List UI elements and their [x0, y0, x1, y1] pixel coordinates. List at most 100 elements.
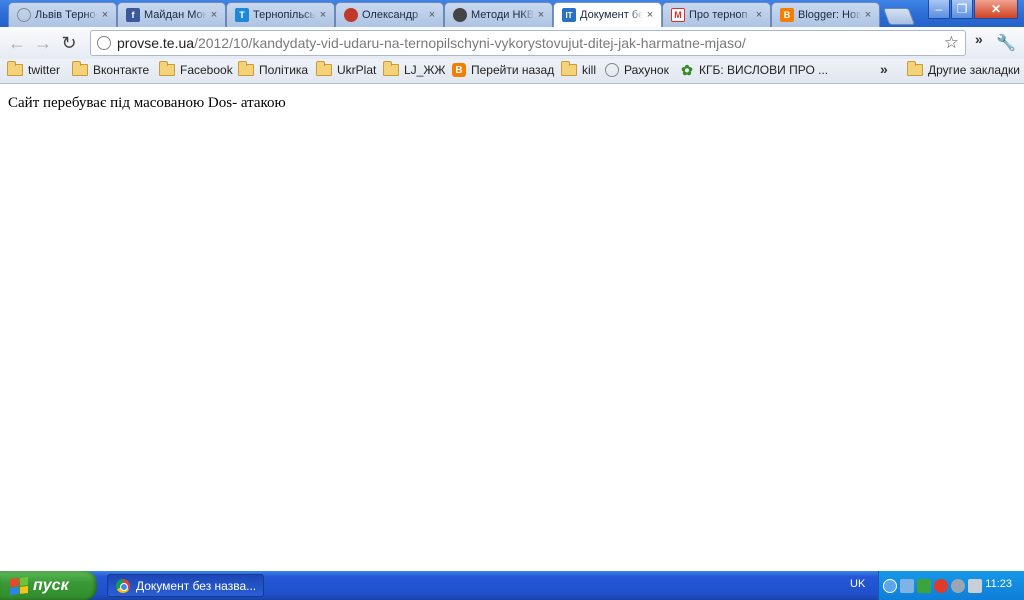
tab-label: Майдан Мон — [144, 9, 207, 21]
tab-ternopil[interactable]: T Тернопільсь × — [226, 2, 335, 27]
bookmark-rakhunok[interactable]: Рахунок — [605, 63, 669, 77]
tab-metody[interactable]: Методи НКВ × — [444, 2, 553, 27]
restore-button[interactable]: ❐ — [951, 0, 973, 19]
tab-label: Олександр — [362, 9, 419, 21]
url-path: /2012/10/kandydaty-vid-udaru-na-ternopil… — [194, 35, 746, 51]
tab-document-active[interactable]: ІТ Документ бе × — [553, 2, 662, 27]
blogger-icon: B — [452, 63, 466, 77]
antivirus-icon[interactable] — [934, 578, 948, 593]
bookmark-vkontakte[interactable]: Вконтакте — [72, 61, 150, 77]
close-window-button[interactable]: ✕ — [974, 0, 1018, 19]
tab-label: Blogger: Нов — [798, 9, 861, 21]
toolbar-overflow-button[interactable]: » — [975, 31, 983, 47]
folder-icon — [907, 61, 923, 76]
bookmark-polityka[interactable]: Політика — [238, 61, 309, 77]
bookmark-kgb[interactable]: ✿ КГБ: ВИСЛОВИ ПРО ... — [680, 61, 829, 78]
wrench-icon[interactable]: 🔧 — [996, 33, 1016, 53]
page-message: Сайт перебуває під масованою Dos- атакою — [8, 95, 286, 111]
chrome-icon — [116, 578, 130, 593]
back-button[interactable]: ← — [4, 30, 30, 56]
start-label: пуск — [33, 576, 69, 594]
usb-icon[interactable] — [968, 578, 982, 593]
forward-arrow-icon: → — [34, 32, 52, 53]
taskbar-window-label: Документ без назва... — [136, 578, 257, 593]
document-icon: ІТ — [562, 8, 576, 22]
taskbar-window-chrome[interactable]: Документ без назва... — [107, 574, 264, 597]
reload-button[interactable]: ↻ — [56, 30, 82, 56]
bookmark-label: КГБ: ВИСЛОВИ ПРО ... — [699, 63, 829, 77]
close-icon[interactable]: × — [100, 9, 110, 21]
bookmark-lj[interactable]: LJ_ЖЖ — [383, 61, 446, 77]
bookmark-label: Facebook — [180, 63, 233, 77]
opera-icon — [453, 8, 467, 22]
bookmark-label: kill — [582, 63, 596, 77]
bookmark-label: Рахунок — [624, 63, 669, 77]
blogger-icon: B — [780, 8, 794, 22]
windows-flag-icon — [10, 576, 28, 595]
t-logo-icon: T — [235, 8, 249, 22]
tab-strip: Львів Терно × f Майдан Мон × T Тернопіль… — [8, 2, 916, 27]
tab-label: Про терноп — [689, 9, 748, 21]
signal-icon[interactable] — [917, 578, 931, 593]
folder-icon — [561, 61, 577, 76]
bookmark-star-icon[interactable]: ☆ — [944, 33, 959, 53]
shield-icon[interactable] — [951, 578, 965, 593]
close-icon[interactable]: × — [209, 9, 219, 21]
tab-lviv[interactable]: Львів Терно × — [8, 2, 117, 27]
bookmark-go-back[interactable]: B Перейти назад — [452, 63, 554, 77]
leaf-icon: ✿ — [681, 61, 693, 78]
bookmark-label: Вконтакте — [93, 63, 150, 77]
close-icon[interactable]: × — [645, 9, 655, 21]
tab-label: Документ бе — [580, 9, 643, 21]
globe-icon — [605, 63, 619, 77]
bookmark-label: Другие закладки — [928, 63, 1020, 77]
tab-blogger[interactable]: B Blogger: Нов × — [771, 2, 880, 27]
browser-toolbar: ← → ↻ provse.te.ua/2012/10/kandydaty-vid… — [0, 27, 1024, 59]
folder-icon — [159, 61, 175, 76]
language-indicator[interactable]: UK — [850, 578, 865, 590]
other-bookmarks[interactable]: Другие закладки — [907, 61, 1020, 77]
close-icon[interactable]: × — [863, 9, 873, 21]
folder-icon — [72, 61, 88, 76]
new-tab-button[interactable] — [882, 8, 916, 25]
bookmark-label: Політика — [259, 63, 309, 77]
forward-button[interactable]: → — [30, 30, 56, 56]
browser-titlebar: Львів Терно × f Майдан Мон × T Тернопіль… — [0, 0, 1024, 27]
tab-pro-ternopil[interactable]: M Про терноп × — [662, 2, 771, 27]
reload-icon: ↻ — [61, 32, 77, 53]
close-icon[interactable]: × — [536, 9, 546, 21]
minimize-button[interactable]: – — [928, 0, 950, 19]
bookmark-twitter[interactable]: twitter — [7, 61, 61, 77]
restore-icon: ❐ — [956, 2, 968, 16]
bookmarks-bar: twitter Вконтакте Facebook Політика UkrP… — [0, 59, 1024, 84]
bookmark-label: twitter — [28, 63, 61, 77]
close-icon[interactable]: × — [427, 9, 437, 21]
clock: 11:23 — [985, 578, 1012, 590]
tab-maidan[interactable]: f Майдан Мон × — [117, 2, 226, 27]
tab-oleksandr[interactable]: Олександр × — [335, 2, 444, 27]
back-arrow-icon: ← — [8, 32, 26, 53]
folder-icon — [383, 61, 399, 76]
close-icon[interactable]: × — [754, 9, 764, 21]
bookmark-label: LJ_ЖЖ — [404, 63, 446, 77]
gmail-icon: M — [671, 8, 685, 22]
opera-icon — [344, 8, 358, 22]
globe-icon — [97, 36, 111, 50]
bookmarks-overflow-button[interactable]: » — [880, 61, 888, 77]
tab-label: Тернопільсь — [253, 9, 316, 21]
chevron-left-icon[interactable] — [883, 578, 897, 593]
close-icon[interactable]: × — [318, 9, 328, 21]
address-bar[interactable]: provse.te.ua/2012/10/kandydaty-vid-udaru… — [90, 30, 966, 56]
network-icon[interactable] — [900, 578, 914, 593]
folder-icon — [238, 61, 254, 76]
minimize-icon: – — [935, 2, 943, 16]
bookmark-facebook[interactable]: Facebook — [159, 61, 233, 77]
globe-icon — [17, 8, 31, 22]
start-button[interactable]: пуск — [0, 571, 97, 600]
bookmark-kill[interactable]: kill — [561, 61, 596, 77]
bookmark-ukrplat[interactable]: UkrPlat — [316, 61, 376, 77]
window-controls: – ❐ ✕ — [927, 0, 1018, 19]
close-icon: ✕ — [990, 2, 1002, 16]
bookmark-label: Перейти назад — [471, 63, 555, 77]
windows-taskbar: пуск Документ без назва... UK 11:23 — [0, 571, 1024, 600]
